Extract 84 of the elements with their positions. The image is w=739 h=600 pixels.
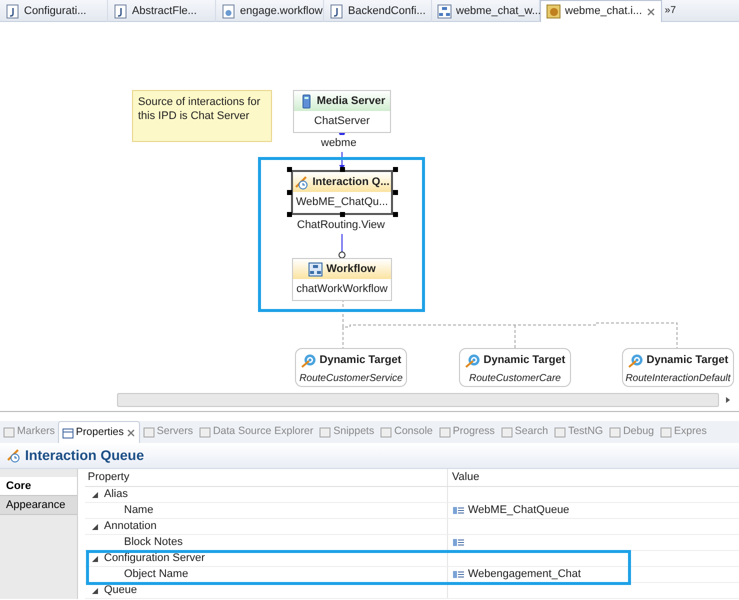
selection-handle[interactable]: [393, 190, 398, 194]
node-title: Media Server: [316, 94, 386, 109]
view-icon: [319, 426, 332, 438]
workflow-icon: [308, 262, 324, 276]
target-icon: [300, 352, 317, 368]
editor-tab[interactable]: webme_chat_w...: [432, 0, 540, 22]
editor-tab[interactable]: AbstractFle...: [108, 0, 216, 22]
panel-title: Interaction Queue: [25, 446, 144, 465]
view-icon: [198, 426, 211, 438]
side-tab[interactable]: Appearance: [0, 496, 77, 515]
diagram-node[interactable]: Workflow chatWorkWorkflow: [292, 258, 392, 301]
property-group: Configuration Server: [104, 550, 205, 567]
view-icon: [438, 426, 451, 438]
editor-tab[interactable]: BackendConfi...: [324, 0, 432, 22]
expand-toggle-icon[interactable]: [91, 522, 99, 530]
selection-handle[interactable]: [393, 167, 398, 172]
close-icon: [646, 6, 656, 16]
selection-handle[interactable]: [287, 190, 292, 194]
node-subtitle: ChatServer: [313, 114, 371, 130]
property-value-icon: [452, 505, 465, 516]
expand-toggle-icon[interactable]: [91, 554, 99, 562]
view-icon: [500, 426, 513, 438]
property-value-icon: [452, 537, 465, 548]
file-icon: [5, 4, 20, 18]
queue-icon: [6, 448, 21, 463]
node-title: Dynamic Target: [320, 352, 402, 368]
node-title: Workflow: [326, 262, 376, 277]
selection-handle[interactable]: [287, 212, 292, 217]
view-icon: [660, 426, 672, 438]
file-icon: [329, 4, 344, 18]
property-value-icon: [452, 569, 465, 580]
property-value: Webengagement_Chat: [468, 567, 581, 582]
property-group: Alias: [104, 486, 128, 503]
editor-tab[interactable]: webme_chat.i...: [540, 0, 662, 22]
target-node[interactable]: Dynamic Target RouteCustomerService: [295, 348, 407, 387]
node-subtitle: RouteCustomerService: [298, 372, 404, 386]
view-icon: [3, 426, 15, 438]
view-icon: [609, 426, 622, 438]
close-icon: [126, 428, 136, 438]
selection-handle[interactable]: [340, 212, 345, 217]
expand-toggle-icon[interactable]: [91, 490, 99, 498]
view-tab[interactable]: Properties: [58, 421, 140, 443]
column-header: Property: [86, 470, 130, 486]
target-node[interactable]: Dynamic Target RouteInteractionDefault: [622, 348, 734, 387]
selection-handle[interactable]: [287, 167, 292, 172]
sticky-note: Source of interactions for this IPD is Chat Server: [132, 90, 272, 142]
target-icon: [464, 352, 481, 368]
property-name: Block Notes: [124, 535, 183, 550]
horizontal-scrollbar[interactable]: [117, 393, 719, 407]
view-icon: [142, 426, 155, 438]
property-group: Annotation: [104, 518, 157, 535]
connector-label: webme: [321, 135, 356, 152]
diagram-file-icon: [546, 4, 561, 19]
node-subtitle: chatWorkWorkflow: [295, 282, 389, 298]
side-tab[interactable]: Core: [0, 477, 77, 496]
property-name: Name: [124, 503, 154, 518]
node-subtitle: RouteInteractionDefault: [624, 372, 732, 386]
target-node[interactable]: Dynamic Target RouteCustomerCare: [459, 348, 571, 387]
scroll-right-icon: [724, 396, 732, 404]
file-icon: [113, 4, 128, 18]
node-subtitle: RouteCustomerCare: [468, 372, 562, 386]
diagram-node[interactable]: Interaction Q... WebME_ChatQu...: [291, 170, 393, 215]
node-title: Dynamic Target: [646, 352, 728, 368]
file-icon: [221, 4, 236, 18]
connector-label: ChatRouting.View: [297, 217, 385, 234]
view-icon: [554, 426, 566, 438]
node-title: Interaction Q...: [312, 174, 390, 190]
column-header: Value: [452, 470, 480, 486]
property-group: Queue: [104, 582, 138, 599]
diagram-icon: [437, 4, 452, 18]
target-icon: [628, 352, 644, 368]
property-name: Object Name: [124, 567, 188, 582]
node-subtitle: WebME_ChatQu...: [294, 195, 390, 210]
queue-icon: [294, 174, 310, 190]
selection-handle[interactable]: [340, 167, 345, 172]
editor-tab[interactable]: engage.workflow: [216, 0, 324, 22]
view-icon: [62, 426, 74, 438]
editor-tab[interactable]: Configurati...: [0, 0, 108, 22]
selection-handle[interactable]: [393, 212, 398, 217]
expand-toggle-icon[interactable]: [91, 586, 99, 594]
overflow-chevron[interactable]: »7: [664, 2, 676, 21]
view-icon: [380, 426, 392, 438]
property-value: WebME_ChatQueue: [468, 503, 570, 518]
node-title: Dynamic Target: [484, 352, 566, 368]
